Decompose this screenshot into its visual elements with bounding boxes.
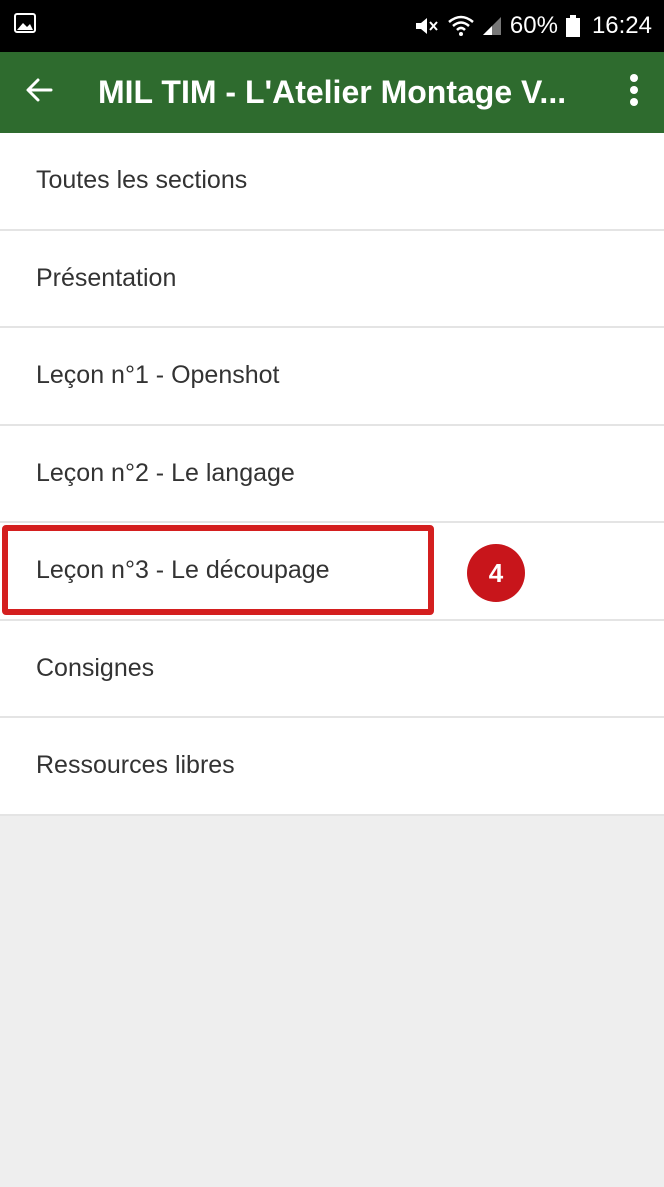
section-item-label: Présentation (36, 263, 177, 292)
section-item-instructions[interactable]: Consignes (0, 621, 664, 718)
battery-percent: 60% (509, 12, 558, 39)
arrow-left-icon (25, 76, 53, 109)
page-title: MIL TIM - L'Atelier Montage V... (98, 74, 567, 110)
status-bar: 60% 16:24 (0, 0, 664, 52)
section-item-label: Leçon n°1 - Openshot (36, 361, 280, 390)
section-list: Toutes les sections Présentation Leçon n… (0, 133, 664, 816)
section-item-lesson-2[interactable]: Leçon n°2 - Le langage (0, 426, 664, 523)
section-item-free-resources[interactable]: Ressources libres (0, 718, 664, 816)
overflow-menu-button[interactable] (604, 52, 664, 133)
app-bar: MIL TIM - L'Atelier Montage V... (0, 52, 664, 133)
section-item-lesson-1[interactable]: Leçon n°1 - Openshot (0, 328, 664, 426)
wifi-icon (448, 15, 474, 37)
signal-icon (482, 16, 502, 36)
more-vertical-icon (629, 73, 639, 112)
clock: 16:24 (591, 12, 652, 39)
section-item-label: Ressources libres (36, 751, 235, 780)
section-item-label: Toutes les sections (36, 166, 248, 195)
section-item-presentation[interactable]: Présentation (0, 231, 664, 328)
back-button[interactable] (0, 52, 78, 133)
gallery-notification-icon (14, 12, 36, 40)
section-item-label: Consignes (36, 653, 155, 682)
step-badge: 4 (467, 544, 525, 602)
mute-icon (414, 15, 440, 37)
battery-icon (565, 15, 580, 37)
section-item-all[interactable]: Toutes les sections (0, 133, 664, 231)
highlight-annotation (2, 525, 434, 615)
section-item-label: Leçon n°2 - Le langage (36, 458, 295, 487)
